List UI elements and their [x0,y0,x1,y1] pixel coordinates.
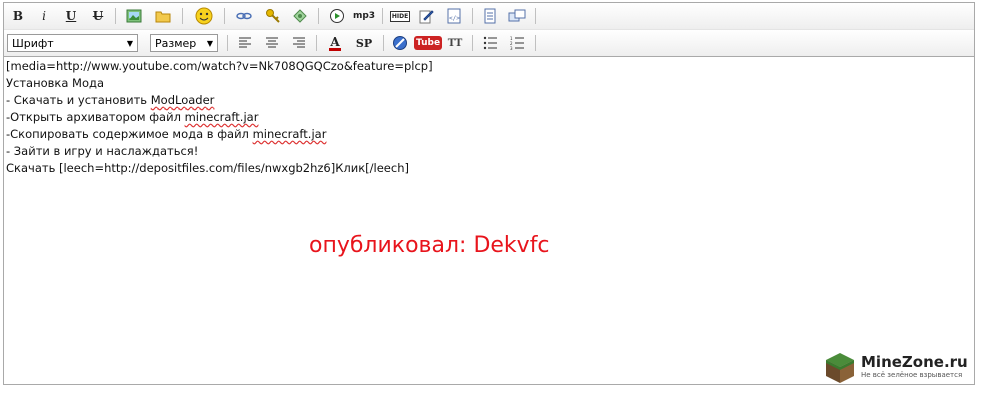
align-center-button[interactable] [262,33,282,53]
content-line: -Скопировать содержимое мода в файл mine… [6,126,966,143]
folder-icon [155,11,171,23]
align-center-icon [266,37,278,48]
separator [182,8,183,24]
content-line-text: -Скопировать содержимое мода в файл [6,127,253,141]
bullet-list-icon [483,36,497,50]
pencil-icon [419,10,434,24]
align-right-button[interactable] [289,33,309,53]
size-select[interactable]: Размер ▼ [150,34,218,52]
typewriter-button[interactable]: TT [445,33,465,53]
bbcode-editor: B i U U mp3 HIDE </> Шрифт ▼ Размер ▼ A … [3,2,975,385]
editor-textarea[interactable]: [media=http://www.youtube.com/watch?v=Nk… [6,58,966,177]
link-button[interactable] [234,6,254,26]
align-right-icon [293,37,305,48]
code-button[interactable]: </> [444,6,464,26]
content-line: -Открыть архиватором файл minecraft.jar [6,109,966,126]
toolbar-row-2: Шрифт ▼ Размер ▼ A SP Tube TT 1 2 3 [4,30,974,57]
separator [535,8,536,24]
minezone-logo: MineZone.ru Не всё зелёное взрывается [823,350,973,386]
separator [227,35,228,51]
misspelled-word: minecraft.jar [252,127,327,141]
separator [382,8,383,24]
youtube-icon: Tube [413,36,443,50]
smiley-button[interactable] [194,6,214,26]
strikethrough-button[interactable]: U [88,6,108,26]
content-line: - Скачать и установить ModLoader [6,92,966,109]
key-icon [266,9,280,23]
forbidden-icon [393,36,407,50]
edit-button[interactable] [416,6,436,26]
underline-button[interactable]: U [61,6,81,26]
image-icon [126,9,142,23]
hide-label: HIDE [389,10,411,22]
text-color-label: A [330,34,340,49]
video-button[interactable] [327,6,347,26]
chevron-down-icon: ▼ [126,38,133,48]
size-select-value: Размер [155,36,197,50]
content-line: Скачать [leech=http://depositfiles.com/f… [6,161,409,175]
anchor-icon [293,9,307,23]
chevron-down-icon: ▼ [206,38,213,48]
key-button[interactable] [263,6,283,26]
separator [115,8,116,24]
numbered-list-icon: 123 [510,36,524,50]
anchor-button[interactable] [290,6,310,26]
separator [472,8,473,24]
separator [472,35,473,51]
font-select-value: Шрифт [12,36,54,50]
misspelled-word: minecraft.jar [184,110,259,124]
bullet-list-button[interactable] [480,33,500,53]
color-swatch [329,47,341,51]
content-line-text: - Скачать и установить [6,93,151,107]
separator [383,35,384,51]
italic-button[interactable]: i [34,6,54,26]
align-left-icon [239,37,251,48]
misspelled-word: ModLoader [150,93,215,107]
code-icon: </> [447,8,461,24]
separator [316,35,317,51]
page-icon [484,8,496,24]
smiley-icon [195,7,213,25]
content-line: Установка Мода [6,76,105,90]
separator [318,8,319,24]
logo-tagline: Не всё зелёное взрывается [861,371,963,379]
svg-text:3: 3 [510,46,513,50]
content-line-text: -Открыть архиватором файл [6,110,185,124]
image-button[interactable] [124,6,144,26]
content-line: - Зайти в игру и наслаждаться! [6,144,199,158]
page-button[interactable] [480,6,500,26]
forbidden-button[interactable] [390,33,410,53]
bold-button[interactable]: B [8,6,28,26]
quote-icon [508,9,526,22]
spoiler-button[interactable]: SP [352,33,376,53]
link-icon [236,12,252,20]
toolbar-row-1: B i U U mp3 HIDE </> [4,3,974,30]
hide-button[interactable]: HIDE [389,6,411,26]
separator [224,8,225,24]
content-line: [media=http://www.youtube.com/watch?v=Nk… [6,59,433,73]
numbered-list-button[interactable]: 123 [507,33,527,53]
align-left-button[interactable] [235,33,255,53]
play-icon [330,9,344,23]
quote-button[interactable] [507,6,527,26]
cube-icon [826,353,854,383]
logo-name: MineZone.ru [861,353,968,371]
folder-button[interactable] [153,6,173,26]
text-color-button[interactable]: A [325,33,345,53]
separator [535,35,536,51]
author-overlay: опубликовал: Dekvfc [309,233,550,258]
youtube-button[interactable]: Tube [413,33,443,53]
font-select[interactable]: Шрифт ▼ [7,34,138,52]
svg-text:</>: </> [449,15,460,22]
mp3-button[interactable]: mp3 [351,6,377,26]
